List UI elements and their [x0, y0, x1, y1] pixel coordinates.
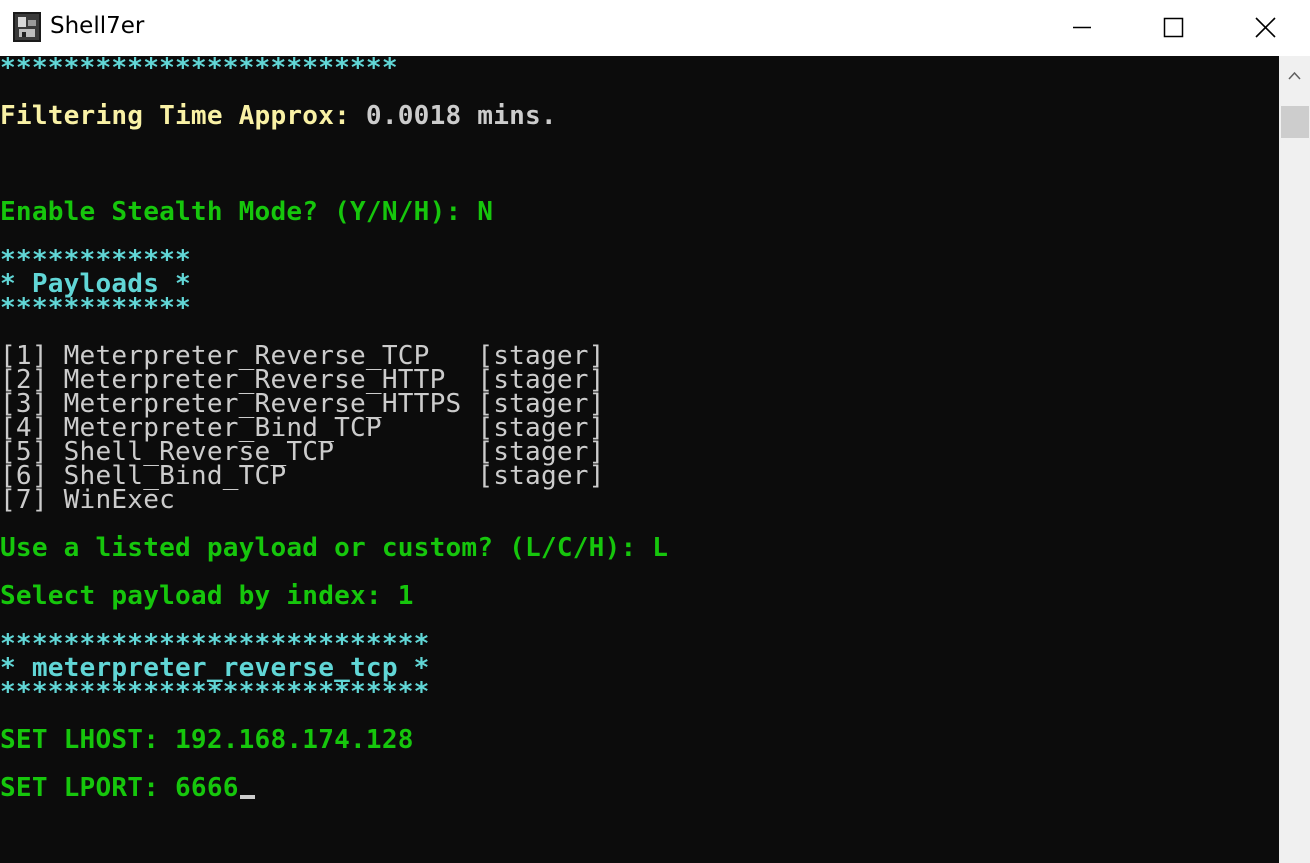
minimize-icon: [1073, 26, 1091, 29]
payload-index: [7]: [0, 485, 48, 515]
filtering-time-line: Filtering Time Approx: 0.0018 mins.: [0, 101, 557, 131]
shell7er-app-icon: [13, 12, 41, 42]
listed-payload-prompt: Use a listed payload or custom? (L/C/H):…: [0, 533, 669, 563]
title-bar[interactable]: Shell7er: [0, 0, 1310, 56]
payload-tag: [stager]: [477, 461, 605, 491]
filtering-value: 0.0018 mins.: [350, 101, 557, 131]
payload-name: WinExec: [47, 485, 176, 515]
vertical-scrollbar[interactable]: [1279, 56, 1310, 863]
text-cursor: [240, 795, 255, 799]
lport-line: SET LPORT: 6666: [0, 773, 239, 803]
console-lines: ************************* Filtering Time…: [0, 56, 1279, 863]
lhost-line: SET LHOST: 192.168.174.128: [0, 725, 414, 755]
close-button[interactable]: [1220, 0, 1310, 56]
scroll-up-button[interactable]: [1279, 56, 1310, 96]
scrollbar-thumb[interactable]: [1281, 106, 1309, 138]
maximize-button[interactable]: [1128, 0, 1220, 56]
minimize-button[interactable]: [1036, 0, 1128, 56]
window-title: Shell7er: [50, 13, 145, 39]
payload-item: [7] WinExec: [0, 485, 176, 515]
separator-top: *************************: [0, 56, 398, 83]
filtering-label: Filtering Time Approx:: [0, 101, 351, 131]
payloads-border-bottom: ************: [0, 293, 191, 323]
selected-border-bottom: ***************************: [0, 677, 430, 707]
stealth-mode-prompt: Enable Stealth Mode? (Y/N/H): N: [0, 197, 494, 227]
chevron-up-icon: [1288, 71, 1301, 80]
close-icon: [1255, 17, 1276, 38]
maximize-icon: [1163, 17, 1184, 38]
console-output[interactable]: ************************* Filtering Time…: [0, 56, 1279, 863]
select-payload-prompt: Select payload by index: 1: [0, 581, 414, 611]
